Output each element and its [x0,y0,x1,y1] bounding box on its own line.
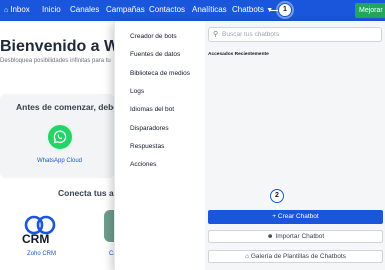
nav-item-canales[interactable]: Canales [70,4,99,16]
nav-item-inbox[interactable]: ⌂ Inbox [4,4,30,17]
start-card-title: Antes de comenzar, debes [16,102,123,112]
home-icon: ⌂ [245,253,250,260]
home-icon: ⌂ [4,7,9,14]
nav-item-contactos[interactable]: Contactos [149,4,185,16]
template-gallery-button[interactable]: ⌂ Galería de Plantillas de Chatbots [208,250,383,263]
welcome-subtitle: Desbloquea posibilidades infinitas para … [0,58,111,64]
menu-item-respuestas[interactable]: Respuestas [130,143,164,150]
upgrade-button[interactable]: Mejorar [355,3,385,18]
menu-item-disparadores[interactable]: Disparadores [130,125,169,132]
user-icon: ☻ [266,233,274,240]
recently-accessed-label: Accesados Recientemente [208,52,269,57]
chatbot-search-box[interactable]: ⚲ [208,27,382,42]
search-icon: ⚲ [213,31,219,38]
connect-apps-title: Conecta tus ap [58,188,119,198]
import-chatbot-label: Importar Chatbot [275,233,325,240]
menu-item-logs[interactable]: Logs [130,88,144,95]
create-chatbot-button[interactable]: + Crear Chatbot [208,210,383,224]
whatsapp-cloud-link[interactable]: WhatsApp Cloud [37,158,82,164]
import-chatbot-button[interactable]: ☻ Importar Chatbot [208,230,383,243]
step-pointer-line [270,10,278,11]
menu-item-fuentes-de-datos[interactable]: Fuentes de datos [130,51,180,58]
zoho-crm-link[interactable]: Zoho CRM [27,251,56,257]
step-badge-1: 1 [278,3,292,17]
nav-item-analiticas[interactable]: Analíticas [192,4,227,16]
chatbots-menu: Creador de bots Fuentes de datos Bibliot… [115,21,205,270]
crm-logo-text: CRM [22,232,50,246]
nav-inbox-label: Inbox [10,5,30,14]
nav-item-campanas[interactable]: Campañas [106,4,145,16]
chatbots-dropdown: Creador de bots Fuentes de datos Bibliot… [114,21,385,270]
nav-chatbots-label: Chatbots [232,5,265,14]
step-pointer-line-2 [277,203,278,210]
menu-item-acciones[interactable]: Acciones [130,161,156,168]
template-gallery-label: Galería de Plantillas de Chatbots [250,253,346,260]
nav-item-chatbots[interactable]: Chatbots ▼ [232,4,275,17]
nav-item-inicio[interactable]: Inicio [42,4,61,16]
whatsapp-icon[interactable] [46,123,74,151]
menu-item-biblioteca-de-medios[interactable]: Biblioteca de medios [130,70,190,77]
menu-item-creador-de-bots[interactable]: Creador de bots [130,33,177,40]
chatbot-search-input[interactable] [222,29,377,40]
top-nav: ⌂ Inbox Inicio Canales Campañas Contactos… [0,0,385,21]
step-badge-2: 2 [270,189,284,203]
menu-item-idiomas-del-bot[interactable]: Idiomas del bot [130,106,174,113]
